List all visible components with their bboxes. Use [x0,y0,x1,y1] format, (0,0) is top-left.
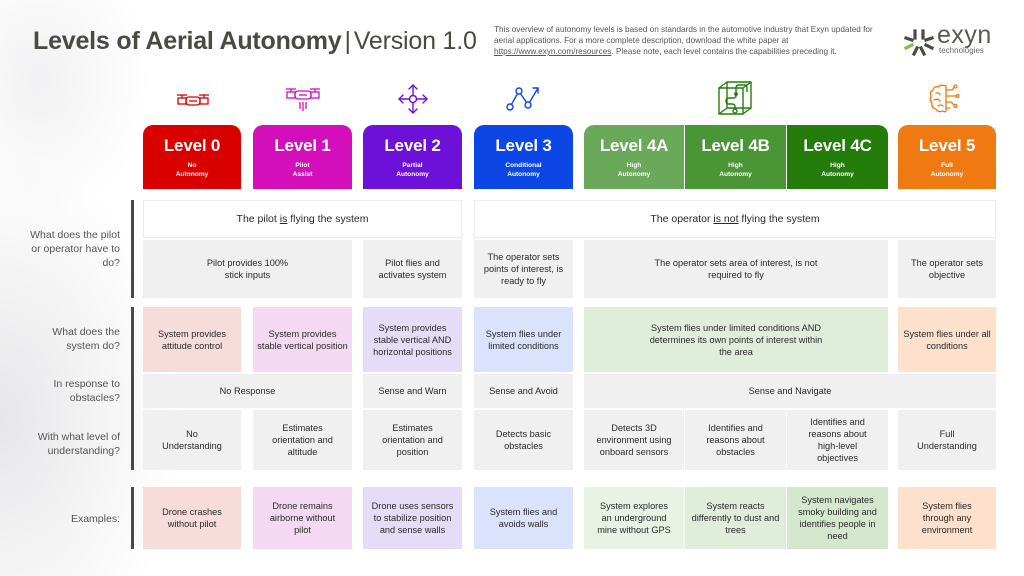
row-label-pilot: What does the pilot or operator have to … [30,229,120,269]
level-4c-header: Level 4C High Autonomy [787,125,888,189]
example-l1: Drone remains airborne without pilot [253,487,352,549]
operator-not-flying-cell: The operator is not flying the system [474,200,996,238]
obstacles-l0-l1: No Response [143,374,352,408]
level-4c-subtitle: High Autonomy [821,162,854,178]
level-2-label: Level 2 [384,136,441,155]
system-l3: System flies under limited conditions [474,307,573,372]
understanding-l0: No Understanding [143,410,241,470]
intro-paragraph: This overview of autonomy levels is base… [494,24,889,57]
understanding-l4c: Identifies and reasons about high-level … [787,410,888,470]
example-l0: Drone crashes without pilot [143,487,241,549]
system-l4: System flies under limited conditions AN… [584,307,888,372]
understanding-l3: Detects basic obstacles [474,410,573,470]
level-4b-subtitle: High Autonomy [719,162,752,178]
system-l1: System provides stable vertical position [253,307,352,372]
pilot-flying-cell: The pilot is flying the system [143,200,462,238]
drone-thrust-icon [286,88,320,111]
pilot-task-l2: Pilot flies and activates system [363,240,462,298]
intro-text-after: . Please note, each level contains the c… [611,47,837,56]
obstacles-l2: Sense and Warn [363,374,462,408]
level-4b-label: Level 4B [701,136,770,155]
example-l2: Drone uses sensors to stabilize position… [363,487,462,549]
level-5-subtitle: Full Autonomy [930,162,964,178]
pilot-task-l0-l1: Pilot provides 100% stick inputs [143,240,352,298]
pilot-task-l4: The operator sets area of interest, is n… [584,240,888,298]
pilot-task-l5: The operator sets objective [898,240,996,298]
pilot-task-l3: The operator sets points of interest, is… [474,240,573,298]
level-4c-label: Level 4C [803,136,872,155]
level-0-header: Level 0 No Autonomy [143,125,241,189]
operator-not-flying-text: The operator is not flying the system [650,213,820,225]
understanding-l4b: Identifies and reasons about obstacles [685,410,786,470]
section-divider-examples [131,487,134,549]
level-1-label: Level 1 [274,136,331,155]
example-l4a: System explores an underground mine with… [584,487,684,549]
level-4a-label: Level 4A [599,136,669,155]
logo-subtitle: technologies [939,46,984,55]
row-label-obstacles: In response to obstacles? [53,378,120,404]
row-label-understanding: With what level of understanding? [37,431,120,457]
title-text: Levels of Aerial Autonomy [33,27,342,55]
system-l5: System flies under all conditions [898,307,996,372]
exyn-logo: exyn technologies [904,21,994,59]
example-l4c: System navigates smoky building and iden… [787,487,888,549]
title-separator: | [344,27,352,55]
drone-icon [177,94,209,106]
section-divider-system [131,307,134,470]
system-l0: System provides attitude control [143,307,241,372]
example-l3: System flies and avoids walls [474,487,573,549]
level-0-subtitle: No Autonomy [175,162,209,178]
understanding-l5: Full Understanding [898,410,996,470]
level-2-header: Level 2 Partial Autonomy [363,125,462,189]
move-arrows-icon [398,84,428,114]
understanding-l2: Estimates orientation and position [363,410,462,470]
waypoints-path-icon [506,87,539,111]
row-label-system: What does the system do? [52,326,120,352]
system-l2: System provides stable vertical AND hori… [363,307,462,372]
cube-path-icon [718,81,752,115]
section-divider-pilot [131,200,134,298]
intro-text: This overview of autonomy levels is base… [494,25,873,45]
level-2-subtitle: Partial Autonomy [396,162,429,178]
level-5-header: Level 5 Full Autonomy [898,125,996,189]
understanding-l1: Estimates orientation and altitude [253,410,352,470]
row-label-examples: Examples: [70,513,120,525]
level-1-header: Level 1 Pilot Assist [253,125,352,189]
level-3-subtitle: Conditional Autonomy [505,162,542,178]
page-title: Levels of Aerial Autonomy | Version 1.0 [33,27,477,56]
example-l5: System flies through any environment [898,487,996,549]
level-4a-subtitle: High Autonomy [617,162,651,178]
pilot-flying-text: The pilot is flying the system [236,213,369,225]
understanding-l4a: Detects 3D environment using onboard sen… [584,410,684,470]
level-5-label: Level 5 [918,136,976,155]
example-l4b: System reacts differently to dust and tr… [685,487,786,549]
exyn-logo-mark-icon [904,29,934,57]
level-3-label: Level 3 [495,136,552,155]
level-4a-header: Level 4A High Autonomy [584,125,684,189]
obstacles-l3: Sense and Avoid [474,374,573,408]
resources-link[interactable]: https://www.exyn.com/resources [494,47,611,56]
brain-circuit-icon [929,84,960,113]
version-label: Version 1.0 [353,27,477,55]
level-4b-header: Level 4B High Autonomy [685,125,786,189]
level-1-subtitle: Pilot Assist [292,162,313,178]
obstacles-l4-l5: Sense and Navigate [584,374,996,408]
level-0-label: Level 0 [163,136,221,155]
level-3-header: Level 3 Conditional Autonomy [474,125,573,189]
